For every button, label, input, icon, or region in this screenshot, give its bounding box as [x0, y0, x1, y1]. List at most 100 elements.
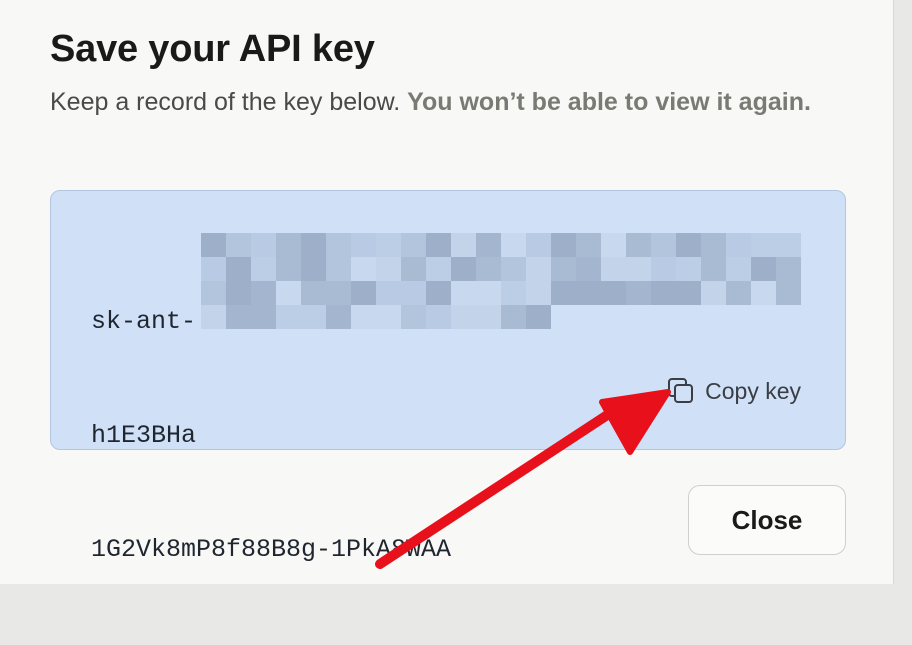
redaction-pixel	[751, 281, 776, 305]
redaction-pixel	[776, 281, 801, 305]
redaction-pixel	[601, 281, 626, 305]
redaction-pixel	[651, 305, 676, 329]
save-api-key-dialog: Save your API key Keep a record of the k…	[0, 0, 894, 584]
redaction-pixel	[551, 257, 576, 281]
redaction-pixel	[351, 233, 376, 257]
redaction-pixel	[351, 305, 376, 329]
redaction-pixel	[551, 233, 576, 257]
redaction-pixel	[626, 305, 651, 329]
redaction-pixel	[426, 233, 451, 257]
redaction-pixel	[626, 233, 651, 257]
redaction-pixel	[251, 281, 276, 305]
redaction-pixel	[576, 233, 601, 257]
redaction-pixel	[451, 257, 476, 281]
api-key-box: sk-ant- h1E3BHa 1G2Vk8mP8f88B8g-1PkA8WAA…	[50, 190, 846, 564]
redaction-pixel	[351, 281, 376, 305]
redaction-pixel	[776, 233, 801, 257]
redaction-pixel	[276, 257, 301, 281]
redaction-pixel	[701, 233, 726, 257]
redaction-pixel	[301, 257, 326, 281]
redaction-pixel	[601, 305, 626, 329]
redaction-pixel	[301, 281, 326, 305]
redaction-pixel	[426, 257, 451, 281]
redaction-pixel	[401, 305, 426, 329]
redaction-pixel	[426, 281, 451, 305]
redaction-pixel	[451, 305, 476, 329]
redaction-pixel	[551, 281, 576, 305]
redaction-pixel	[651, 257, 676, 281]
redaction-pixel	[676, 281, 701, 305]
redaction-pixel	[276, 305, 301, 329]
redaction-pixel	[201, 305, 226, 329]
dialog-title: Save your API key	[50, 28, 375, 70]
redaction-pixel	[201, 257, 226, 281]
redaction-pixel	[401, 233, 426, 257]
redaction-pixel	[301, 233, 326, 257]
redaction-pixel	[376, 257, 401, 281]
redaction-pixel	[226, 257, 251, 281]
redaction-pixel	[276, 281, 301, 305]
redaction-pixel	[501, 305, 526, 329]
api-key-line-2: h1E3BHa	[91, 421, 197, 450]
redaction-pixel	[476, 257, 501, 281]
redaction-pixel	[326, 305, 351, 329]
redaction-pixel	[451, 281, 476, 305]
redaction-pixel	[626, 257, 651, 281]
copy-icon	[667, 377, 695, 405]
redaction-pixel	[351, 257, 376, 281]
redaction-pixel	[776, 305, 801, 329]
redaction-pixel	[751, 305, 776, 329]
redaction-pixel	[476, 281, 501, 305]
redaction-pixel	[501, 233, 526, 257]
redaction-pixel	[676, 305, 701, 329]
redaction-pixel	[726, 257, 751, 281]
redaction-pixel	[726, 233, 751, 257]
redaction-pixel	[326, 281, 351, 305]
redaction-pixel	[401, 281, 426, 305]
redaction-pixel	[776, 257, 801, 281]
redaction-pixel	[501, 281, 526, 305]
redaction-pixel	[576, 257, 601, 281]
redaction-pixel	[401, 257, 426, 281]
redaction-pixel	[551, 305, 576, 329]
close-button[interactable]: Close	[688, 485, 846, 555]
redaction-pixel	[526, 281, 551, 305]
redaction-pixel	[651, 233, 676, 257]
redaction-pixel	[601, 233, 626, 257]
redaction-pixel	[501, 257, 526, 281]
redaction-pixel	[326, 233, 351, 257]
redaction-pixel	[301, 305, 326, 329]
redaction-pixel	[376, 305, 401, 329]
redaction-pixel	[426, 305, 451, 329]
copy-key-label: Copy key	[705, 377, 801, 404]
redaction-pixel	[226, 305, 251, 329]
redaction-pixel	[576, 281, 601, 305]
redaction-pixel	[626, 281, 651, 305]
redaction-pixel	[726, 281, 751, 305]
redaction-pixel	[751, 233, 776, 257]
redaction-pixel	[251, 257, 276, 281]
redaction-pixel	[201, 281, 226, 305]
redaction-pixel	[651, 281, 676, 305]
redaction-pixel	[676, 257, 701, 281]
redaction-pixel	[751, 257, 776, 281]
redaction-pixel	[376, 281, 401, 305]
redaction-pixel	[526, 233, 551, 257]
copy-key-button[interactable]: Copy key	[667, 377, 801, 405]
subtitle-warning: You won’t be able to view it again.	[407, 88, 811, 116]
redaction-pixel	[251, 305, 276, 329]
redaction-pixel	[526, 305, 551, 329]
redaction-pixel	[701, 257, 726, 281]
api-key-redaction	[201, 233, 801, 329]
redaction-pixel	[676, 233, 701, 257]
redaction-pixel	[276, 233, 301, 257]
redaction-pixel	[476, 233, 501, 257]
redaction-pixel	[451, 233, 476, 257]
redaction-pixel	[226, 281, 251, 305]
subtitle-text: Keep a record of the key below.	[50, 88, 408, 116]
redaction-pixel	[226, 233, 251, 257]
redaction-pixel	[526, 257, 551, 281]
redaction-pixel	[476, 305, 501, 329]
redaction-pixel	[576, 305, 601, 329]
redaction-pixel	[326, 257, 351, 281]
